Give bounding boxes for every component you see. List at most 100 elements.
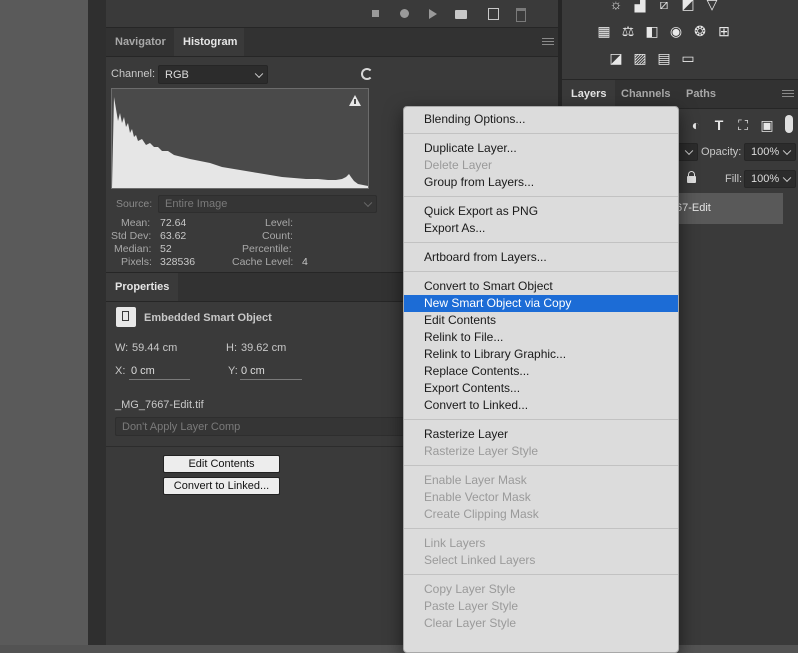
chevron-down-icon (254, 69, 264, 78)
menu-item-new-smart-object-via-copy[interactable]: New Smart Object via Copy (404, 295, 678, 312)
record-icon[interactable] (397, 7, 411, 21)
edit-contents-button[interactable]: Edit Contents (163, 455, 280, 473)
channel-mixer-icon[interactable]: ❂ (692, 23, 708, 39)
lock-icon[interactable] (687, 176, 696, 183)
source-select: Entire Image (158, 195, 377, 213)
source-label: Source: (116, 198, 153, 210)
color-lookup-icon[interactable]: ⊞ (716, 23, 732, 39)
play-icon[interactable] (426, 7, 440, 21)
smart-object-filter-icon[interactable]: ▣ (759, 117, 775, 133)
opacity-label: Opacity: (701, 146, 742, 158)
w-value[interactable]: 59.44 cm (132, 342, 177, 354)
menu-item-rasterize-layer-style: Rasterize Layer Style (424, 444, 539, 458)
shape-filter-icon[interactable]: ⛶ (735, 117, 751, 133)
fill-field[interactable]: 100% (744, 170, 796, 188)
menu-item-replace-contents[interactable]: Replace Contents... (404, 363, 678, 380)
menu-item-convert-to-linked[interactable]: Convert to Linked... (404, 397, 678, 414)
type-filter-icon[interactable]: T (711, 117, 727, 133)
blend-mode-select[interactable] (677, 143, 698, 161)
lock-shackle (688, 171, 695, 177)
panel-menu-icon[interactable] (542, 38, 554, 46)
photo-filter-icon[interactable]: ◉ (668, 23, 684, 39)
stat-cache-level-label: Cache Level: (232, 256, 294, 268)
tab-layers[interactable]: Layers (562, 80, 616, 108)
stat-stddev-label: Std Dev: (111, 230, 152, 242)
filter-toggle[interactable] (785, 115, 793, 133)
stop-icon[interactable] (368, 7, 382, 21)
histogram-curve (112, 97, 368, 188)
menu-item-create-clipping-mask: Create Clipping Mask (424, 507, 539, 521)
y-field[interactable]: 0 cm (241, 365, 265, 377)
tab-paths[interactable]: Paths (677, 80, 725, 108)
source-select-value: Entire Image (165, 198, 228, 210)
menu-item-convert-to-smart-object[interactable]: Convert to Smart Object (404, 278, 678, 295)
new-action-icon[interactable] (486, 7, 500, 21)
chevron-down-icon (363, 198, 373, 208)
menu-item-relink-to-file[interactable]: Relink to File... (404, 329, 678, 346)
layer-comp-value: Don't Apply Layer Comp (122, 420, 241, 433)
exposure-icon[interactable]: ◩ (680, 0, 696, 12)
stat-median-value: 52 (160, 243, 172, 255)
x-label: X: (115, 365, 126, 377)
layers-tabbar: Layers Channels Paths (562, 79, 798, 109)
opacity-field[interactable]: 100% (744, 143, 796, 161)
menu-item-rasterize-layer[interactable]: Rasterize Layer (404, 426, 678, 443)
menu-item-quick-export-as-png[interactable]: Quick Export as PNG (404, 203, 678, 220)
layer-context-menu: Blending Options... Duplicate Layer... Del… (403, 106, 679, 653)
menu-item-enable-layer-mask: Enable Layer Mask (424, 473, 527, 487)
refresh-icon[interactable] (361, 68, 373, 80)
channel-select[interactable]: RGB (158, 65, 268, 84)
posterize-icon[interactable]: ▨ (632, 50, 648, 66)
hue-saturation-icon[interactable]: ▦ (596, 23, 612, 39)
layer-name: 67-Edit (676, 202, 711, 214)
levels-icon[interactable]: ▟ (632, 0, 648, 12)
menu-item-link-layers: Link Layers (424, 536, 486, 550)
invert-icon[interactable]: ◪ (608, 50, 624, 66)
folder-icon[interactable] (454, 7, 468, 21)
y-field-underline (240, 379, 302, 380)
menu-item-export-as[interactable]: Export As... (404, 220, 678, 237)
navigator-tabbar: Navigator Histogram (106, 28, 558, 57)
brightness-icon[interactable]: ☼ (608, 0, 624, 12)
gradient-map-icon[interactable]: ▭ (680, 50, 696, 66)
menu-item-paste-layer-style: Paste Layer Style (424, 599, 519, 613)
stat-pixels-label: Pixels: (121, 256, 152, 268)
tab-channels[interactable]: Channels (612, 80, 680, 108)
menu-item-export-contents[interactable]: Export Contents... (404, 380, 678, 397)
h-value[interactable]: 39.62 cm (241, 342, 286, 354)
menu-item-group-from-layers[interactable]: Group from Layers... (404, 174, 678, 191)
layer-row[interactable]: 67-Edit (670, 193, 783, 224)
chevron-down-icon (782, 173, 792, 183)
filename-label: _MG_7667-Edit.tif (115, 399, 204, 411)
threshold-icon[interactable]: ▤ (656, 50, 672, 66)
menu-item-edit-contents[interactable]: Edit Contents (404, 312, 678, 329)
layers-panel-menu-icon[interactable] (782, 90, 794, 98)
tab-histogram[interactable]: Histogram (174, 28, 244, 56)
layer-comp-select: Don't Apply Layer Comp (115, 417, 405, 436)
menu-item-relink-to-library-graphic[interactable]: Relink to Library Graphic... (404, 346, 678, 363)
actions-toolbar (106, 0, 558, 28)
tab-properties[interactable]: Properties (106, 273, 179, 301)
menu-item-blending-options[interactable]: Blending Options... (404, 111, 678, 128)
menu-item-artboard-from-layers[interactable]: Artboard from Layers... (404, 249, 678, 266)
stat-median-label: Median: (114, 243, 152, 255)
channel-select-value: RGB (165, 68, 189, 81)
black-white-icon[interactable]: ◧ (644, 23, 660, 39)
panel-dock-gap (88, 0, 106, 645)
x-field[interactable]: 0 cm (131, 365, 155, 377)
menu-item-duplicate-layer[interactable]: Duplicate Layer... (404, 140, 678, 157)
vibrance-icon[interactable]: ▽ (704, 0, 720, 12)
menu-separator (404, 196, 678, 197)
convert-to-linked-button[interactable]: Convert to Linked... (163, 477, 280, 495)
properties-divider (106, 446, 403, 447)
x-field-underline (129, 379, 190, 380)
menu-separator (404, 133, 678, 134)
color-balance-icon[interactable]: ⚖ (620, 23, 636, 39)
chevron-down-icon (684, 146, 694, 156)
tab-navigator[interactable]: Navigator (106, 28, 175, 56)
curves-icon[interactable]: ⧄ (656, 0, 672, 12)
menu-item-delete-layer: Delete Layer (424, 158, 493, 172)
trash-icon[interactable] (514, 7, 528, 22)
menu-separator (404, 528, 678, 529)
adjustment-filter-icon[interactable]: ◐ (688, 117, 704, 133)
